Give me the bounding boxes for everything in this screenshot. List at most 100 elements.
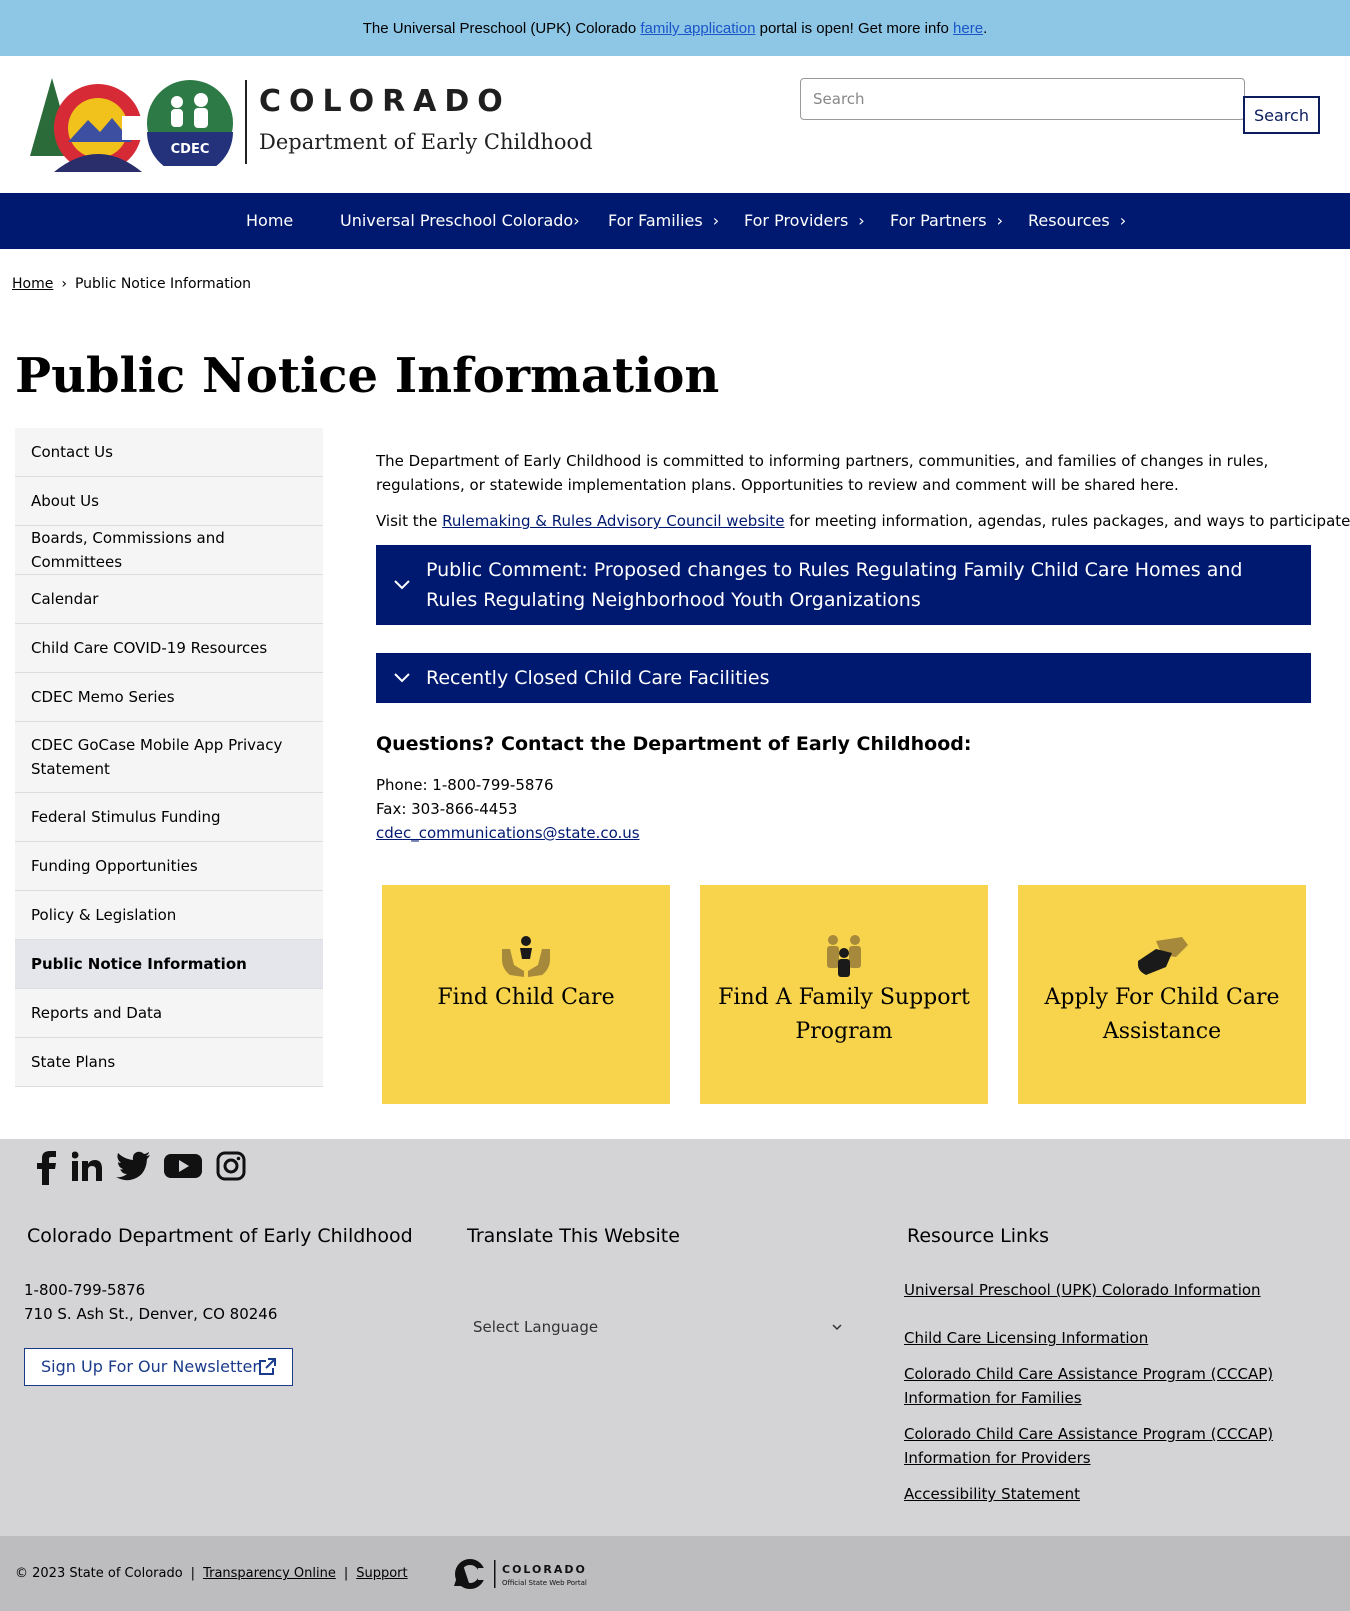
breadcrumb: Home › Public Notice Information xyxy=(12,276,251,292)
sidebar-item-contact-us[interactable]: Contact Us xyxy=(15,428,323,477)
alert-banner: The Universal Preschool (UPK) Colorado f… xyxy=(0,0,1350,56)
nav-resources[interactable]: Resources › xyxy=(1028,193,1126,249)
search-button[interactable]: Search xyxy=(1243,96,1320,134)
brand-state: COLORADO xyxy=(259,84,511,119)
questions-heading: Questions? Contact the Department of Ear… xyxy=(376,733,972,755)
portal-name: COLORADO xyxy=(502,1563,587,1576)
main-nav: Home Universal Preschool Colorado› For F… xyxy=(0,193,1350,249)
visit-prefix: Visit the xyxy=(376,512,443,530)
card-label: Find Child Care xyxy=(437,985,615,1010)
newsletter-label: Sign Up For Our Newsletter xyxy=(41,1357,259,1376)
sidebar-item-state-plans[interactable]: State Plans xyxy=(15,1038,323,1087)
header-divider xyxy=(245,80,247,164)
card-label: Find A Family Support Program xyxy=(718,985,970,1044)
site-header: CDEC COLORADO Department of Early Childh… xyxy=(0,56,1350,193)
nav-families-label: For Families xyxy=(608,211,703,230)
rulemaking-link[interactable]: Rulemaking & Rules Advisory Council webs… xyxy=(442,512,784,530)
footer-org-title: Colorado Department of Early Childhood xyxy=(27,1225,413,1247)
site-footer: Colorado Department of Early Childhood 1… xyxy=(0,1139,1350,1536)
footer-phone: 1-800-799-5876 xyxy=(24,1281,146,1299)
handshake-icon xyxy=(1138,937,1188,975)
copyright-text: © 2023 State of Colorado xyxy=(15,1566,183,1581)
sidebar-item-policy[interactable]: Policy & Legislation xyxy=(15,891,323,940)
copyright-line: © 2023 State of Colorado | Transparency On… xyxy=(15,1566,408,1581)
badge-text: CDEC xyxy=(171,142,210,157)
alert-suffix: . xyxy=(983,20,988,37)
resource-link-licensing[interactable]: Child Care Licensing Information xyxy=(904,1326,1148,1350)
sidebar-item-covid-resources[interactable]: Child Care COVID-19 Resources xyxy=(15,624,323,673)
alert-prefix: The Universal Preschool (UPK) Colorado xyxy=(362,20,641,37)
support-link[interactable]: Support xyxy=(356,1566,407,1581)
sidebar-item-calendar[interactable]: Calendar xyxy=(15,575,323,624)
nav-partners-label: For Partners xyxy=(890,211,987,230)
accordion-public-comment[interactable]: Public Comment: Proposed changes to Rule… xyxy=(376,545,1311,625)
nav-resources-label: Resources xyxy=(1028,211,1110,230)
search-input[interactable] xyxy=(800,78,1245,120)
state-portal-logo-icon[interactable]: COLORADO Official State Web Portal xyxy=(452,1558,602,1590)
chevron-right-icon: › xyxy=(996,211,1003,230)
chevron-right-icon: › xyxy=(858,211,865,230)
page-title: Public Notice Information xyxy=(15,348,720,404)
nav-home-label: Home xyxy=(246,211,294,230)
external-link-icon xyxy=(259,1358,276,1375)
resource-link-cccap-providers[interactable]: Colorado Child Care Assistance Program (… xyxy=(904,1422,1284,1470)
resource-link-cccap-families[interactable]: Colorado Child Care Assistance Program (… xyxy=(904,1362,1284,1410)
accordion-label: Recently Closed Child Care Facilities xyxy=(426,667,770,689)
footer-resources-title: Resource Links xyxy=(907,1225,1049,1247)
brand-department: Department of Early Childhood xyxy=(259,130,593,154)
sidebar-item-public-notice[interactable]: Public Notice Information xyxy=(15,940,323,989)
linkedin-icon[interactable] xyxy=(72,1151,102,1183)
card-family-support[interactable]: Find A Family Support Program xyxy=(700,885,988,1104)
sidebar-item-gocase-privacy[interactable]: CDEC GoCase Mobile App Privacy Statement xyxy=(15,722,323,793)
family-application-link[interactable]: family application xyxy=(640,20,755,37)
sidebar-item-boards[interactable]: Boards, Commissions and Committees xyxy=(15,526,323,575)
intro-paragraph: The Department of Early Childhood is com… xyxy=(376,452,1269,494)
facebook-icon[interactable] xyxy=(34,1151,58,1185)
accordion-label: Public Comment: Proposed changes to Rule… xyxy=(426,559,1243,611)
visit-suffix: for meeting information, agendas, rules … xyxy=(784,512,1350,530)
hands-child-icon xyxy=(502,936,550,977)
language-select[interactable]: Select Language xyxy=(467,1309,867,1345)
breadcrumb-home[interactable]: Home xyxy=(12,276,53,292)
family-icon xyxy=(827,935,861,977)
card-find-child-care[interactable]: Find Child Care xyxy=(382,885,670,1104)
resource-link-accessibility[interactable]: Accessibility Statement xyxy=(904,1482,1080,1506)
nav-home[interactable]: Home xyxy=(246,193,293,249)
footer-address: 710 S. Ash St., Denver, CO 80246 xyxy=(24,1305,278,1323)
sidebar-item-about-us[interactable]: About Us xyxy=(15,477,323,526)
sidebar-item-funding[interactable]: Funding Opportunities xyxy=(15,842,323,891)
newsletter-button[interactable]: Sign Up For Our Newsletter xyxy=(24,1348,293,1386)
nav-providers[interactable]: For Providers › xyxy=(744,193,865,249)
sidebar-item-memo-series[interactable]: CDEC Memo Series xyxy=(15,673,323,722)
youtube-icon[interactable] xyxy=(164,1151,202,1181)
cdec-badge-icon: CDEC xyxy=(147,80,233,166)
nav-partners[interactable]: For Partners › xyxy=(890,193,1003,249)
card-apply-assistance[interactable]: Apply For Child Care Assistance xyxy=(1018,885,1306,1104)
chevron-right-icon: › xyxy=(1119,211,1127,230)
contact-email-link[interactable]: cdec_communications@state.co.us xyxy=(376,824,640,842)
sidebar-item-reports[interactable]: Reports and Data xyxy=(15,989,323,1038)
more-info-link[interactable]: here xyxy=(953,20,983,37)
instagram-icon[interactable] xyxy=(216,1151,246,1181)
alert-middle: portal is open! Get more info xyxy=(755,20,954,37)
bottom-bar: © 2023 State of Colorado | Transparency On… xyxy=(0,1536,1350,1611)
nav-upk[interactable]: Universal Preschool Colorado› xyxy=(340,193,580,249)
accordion-closed-facilities[interactable]: Recently Closed Child Care Facilities xyxy=(376,653,1311,703)
language-select-value: Select Language xyxy=(473,1318,599,1336)
sidebar-nav: Contact Us About Us Boards, Commissions … xyxy=(15,428,323,1087)
colorado-logo-icon[interactable] xyxy=(28,76,144,180)
twitter-icon[interactable] xyxy=(116,1151,150,1181)
chevron-right-icon: › xyxy=(573,211,580,230)
chevron-down-icon xyxy=(394,663,410,693)
footer-translate-title: Translate This Website xyxy=(467,1225,680,1247)
sidebar-item-stimulus[interactable]: Federal Stimulus Funding xyxy=(15,793,323,842)
contact-phone: Phone: 1-800-799-5876 xyxy=(376,776,554,794)
resource-link-upk[interactable]: Universal Preschool (UPK) Colorado Infor… xyxy=(904,1278,1261,1302)
chevron-down-icon xyxy=(832,1324,842,1331)
transparency-online-link[interactable]: Transparency Online xyxy=(203,1566,336,1581)
social-links xyxy=(34,1151,246,1185)
nav-providers-label: For Providers xyxy=(744,211,849,230)
visit-paragraph: Visit the Rulemaking & Rules Advisory Co… xyxy=(376,509,1350,533)
nav-families[interactable]: For Families › xyxy=(608,193,719,249)
chevron-down-icon xyxy=(394,570,410,600)
